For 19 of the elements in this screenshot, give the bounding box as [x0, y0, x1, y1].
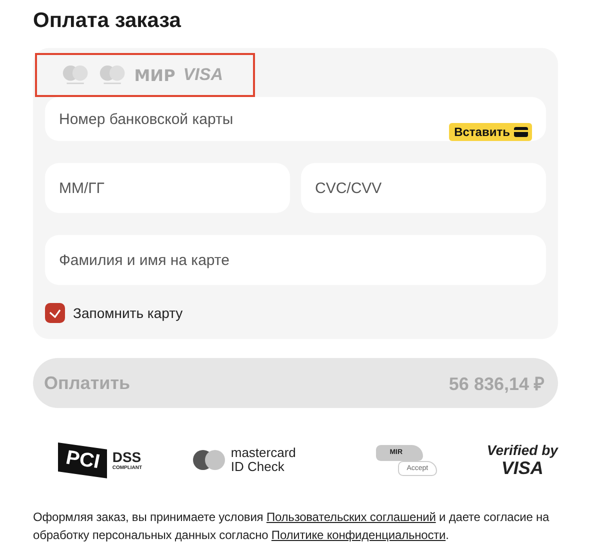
- mastercard-id-check-logo: mastercard ID Check: [192, 446, 296, 474]
- remember-card-label: Запомнить карту: [73, 305, 183, 321]
- consent-text: Оформляя заказ, вы принимаете условия Пользовательских соглашений и даете согласие на обработку персональных данных согласно Политике конфиденциальности.: [33, 509, 550, 544]
- cvc-field[interactable]: CVC/CVV: [301, 163, 546, 213]
- visa-logo: VISA: [183, 65, 223, 85]
- policy-link[interactable]: Пользовательских соглашений: [266, 510, 436, 524]
- card-icon: [514, 127, 528, 137]
- cardholder-name-field[interactable]: Фамилия и имя на карте: [45, 235, 546, 285]
- mir-logo: МИР: [134, 66, 176, 84]
- checkmark-icon: [49, 308, 61, 318]
- verified-by-visa-logo: Verified by VISA: [486, 442, 558, 478]
- card-brand-icon: [61, 64, 90, 86]
- page-title: Оплата заказа: [33, 8, 182, 34]
- card-brand-icon: [98, 64, 126, 86]
- card-number-field[interactable]: Номер банковской карты Вставить: [45, 97, 546, 141]
- expiry-field[interactable]: ММ/ГГ: [45, 163, 290, 213]
- remember-card-checkbox[interactable]: [45, 303, 65, 323]
- policy-link[interactable]: Политике конфиденциальности: [271, 528, 446, 542]
- paste-button[interactable]: Вставить: [449, 123, 532, 141]
